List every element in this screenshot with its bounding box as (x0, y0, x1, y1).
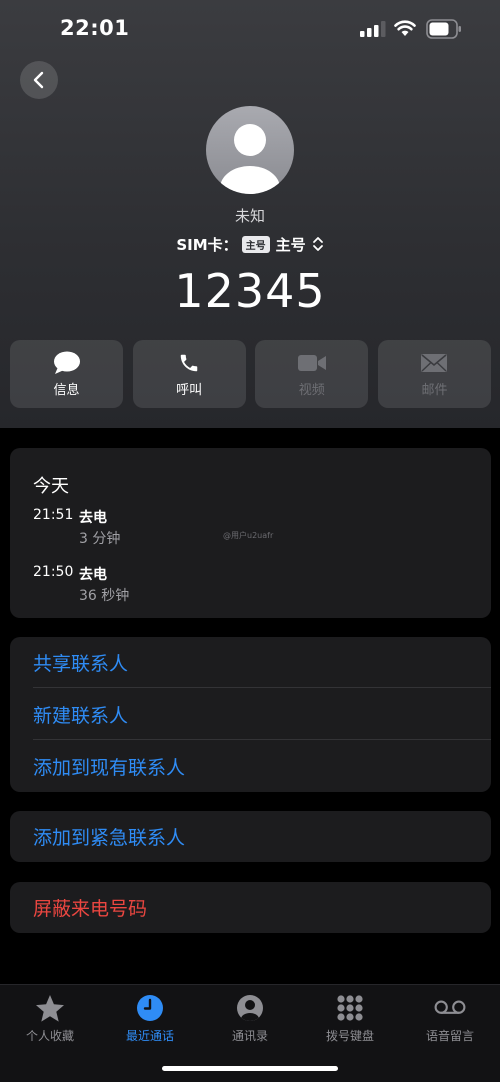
contact-name: 未知 (234, 207, 265, 225)
chevron-up-down-icon (312, 237, 323, 251)
call-history-card: 今天 21:51 去电 3 分钟 21:50 去电 36 秒钟 @用户u2uaf… (10, 448, 491, 618)
tab-keypad[interactable]: 拨号键盘 (300, 993, 400, 1049)
video-button[interactable]: 视频 (255, 340, 369, 408)
contact-icon (237, 995, 263, 1021)
phone-number: 12345 (174, 264, 326, 318)
call-type: 去电 (79, 510, 107, 526)
call-duration: 36 秒钟 (79, 588, 130, 604)
emergency-card: 添加到紧急联系人 (10, 811, 491, 862)
contact-options-card: 共享联系人 新建联系人 添加到现有联系人 (10, 637, 491, 792)
tab-label: 最近通话 (125, 1029, 174, 1043)
contact-avatar (206, 106, 294, 194)
watermark: @用户u2uafr (223, 531, 274, 540)
sim-label: SIM卡： (176, 235, 238, 254)
sim-name: 主号 (275, 235, 306, 254)
video-button-label: 视频 (298, 383, 325, 398)
home-indicator (162, 1066, 338, 1071)
tab-label: 个人收藏 (25, 1029, 74, 1043)
new-contact-button[interactable]: 新建联系人 (10, 689, 491, 740)
tab-label: 语音留言 (425, 1029, 474, 1043)
back-button[interactable] (20, 61, 58, 99)
call-button-label: 呼叫 (176, 383, 203, 398)
call-button[interactable]: 呼叫 (132, 340, 246, 408)
share-contact-button[interactable]: 共享联系人 (10, 637, 491, 688)
add-to-existing-contact-button[interactable]: 添加到现有联系人 (10, 741, 491, 792)
tab-recents[interactable]: 最近通话 (100, 993, 200, 1049)
phone-icon (180, 354, 198, 372)
call-type: 去电 (79, 567, 107, 583)
video-icon (297, 355, 326, 371)
cellular-signal-icon (360, 21, 386, 37)
add-to-emergency-contact-button[interactable]: 添加到紧急联系人 (10, 811, 491, 862)
call-time: 21:50 (33, 564, 74, 580)
star-icon (36, 994, 64, 1022)
tab-contacts[interactable]: 通讯录 (200, 993, 300, 1049)
call-duration: 3 分钟 (79, 531, 121, 547)
message-button-label: 信息 (53, 383, 80, 398)
status-bar: 22:01 (0, 0, 500, 58)
contact-actions: 信息 呼叫 视频 邮件 (10, 340, 491, 408)
tab-voicemail[interactable]: 语音留言 (400, 993, 500, 1049)
voicemail-icon (434, 1000, 466, 1014)
message-button[interactable]: 信息 (10, 340, 123, 408)
message-icon (53, 351, 80, 374)
wifi-icon (394, 20, 416, 36)
status-time: 22:01 (60, 16, 130, 40)
mail-button-label: 邮件 (421, 383, 448, 398)
mail-icon (421, 354, 448, 372)
block-card: 屏蔽来电号码 (10, 882, 491, 933)
chevron-left-icon (33, 71, 44, 89)
keypad-icon (337, 995, 363, 1021)
sim-selector[interactable]: SIM卡： 主号 主号 (0, 233, 500, 255)
tab-label: 拨号键盘 (325, 1029, 374, 1043)
call-time: 21:51 (33, 507, 74, 523)
battery-icon (426, 19, 461, 39)
tab-favorites[interactable]: 个人收藏 (0, 993, 100, 1049)
clock-icon (137, 995, 163, 1021)
block-caller-button[interactable]: 屏蔽来电号码 (10, 882, 491, 933)
mail-button[interactable]: 邮件 (377, 340, 491, 408)
tab-label: 通讯录 (231, 1029, 268, 1043)
sim-badge: 主号 (241, 235, 270, 253)
call-history-date: 今天 (33, 476, 69, 497)
